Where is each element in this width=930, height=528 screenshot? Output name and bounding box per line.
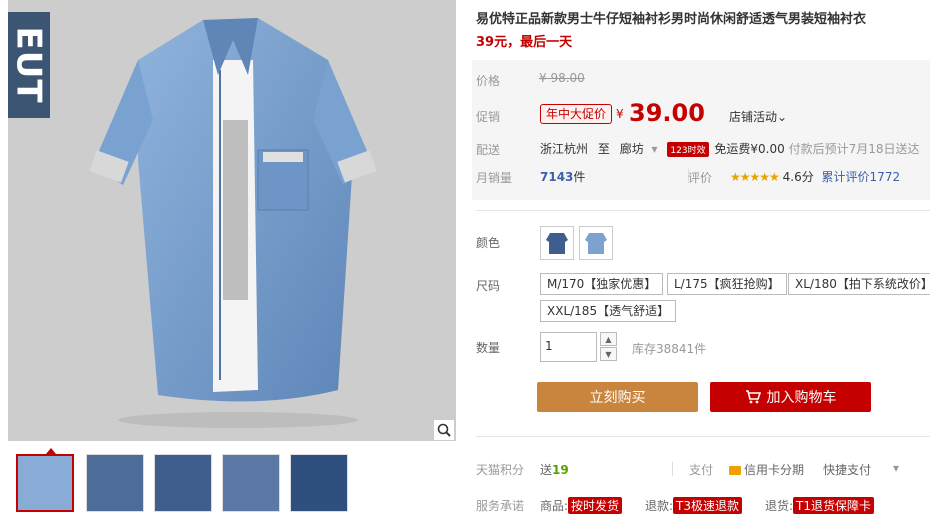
quantity-decrease-icon[interactable]: ▼ [600, 347, 617, 361]
size-option-xxl[interactable]: XXL/185【透气舒适】 [540, 300, 677, 322]
credit-installment[interactable]: 信用卡分期 [729, 461, 804, 478]
chevron-down-icon: ⌄ [777, 110, 788, 124]
product-subtitle: 39元，最后一天 [476, 35, 573, 50]
size-option-m[interactable]: M/170【独家优惠】 [540, 273, 664, 295]
monthly-sales: 7143件 [540, 168, 585, 185]
section-divider-2 [476, 436, 930, 437]
thumbnail-5[interactable] [290, 454, 348, 512]
color-option-dark[interactable] [540, 226, 574, 260]
goods-label: 商品: [540, 499, 569, 513]
quick-pay[interactable]: 快捷支付 [823, 461, 871, 478]
main-product-image[interactable]: EUT [8, 0, 456, 441]
promo-label: 促销 [476, 110, 501, 124]
quantity-increase-icon[interactable]: ▲ [600, 332, 617, 346]
payment-label: 支付 [689, 463, 714, 477]
product-page: EUT 易优特正品新款男士牛仔短袖衬衫男时尚休闲舒适透气男装短袖衬衣 39元，最… [0, 0, 930, 528]
add-to-cart-label: 加入购物车 [766, 390, 837, 406]
store-activity-dropdown[interactable]: 店铺活动⌄ [729, 108, 787, 125]
rating-summary: ★★★★★ 4.6分 累计评价1772 [730, 168, 900, 185]
color-label: 颜色 [476, 236, 501, 250]
stock-count: 库存38841件 [632, 342, 707, 356]
delivery-badge: 123时效 [667, 142, 709, 157]
promo-badge: 年中大促价 [540, 104, 613, 124]
divider [672, 462, 673, 476]
currency-symbol: ¥ [616, 107, 624, 121]
quantity-label: 数量 [476, 341, 501, 355]
brand-logo: EUT [8, 12, 50, 118]
delivery-estimate: 付款后预计7月18日送达 [788, 142, 920, 156]
ship-to-word: 至 [597, 142, 610, 156]
return-label: 退货: [765, 499, 794, 513]
points-label: 天猫积分 [476, 463, 525, 477]
size-label: 尺码 [476, 279, 501, 293]
payment-dropdown-icon[interactable]: ▾ [893, 461, 899, 475]
return-tag[interactable]: T1退货保障卡 [793, 497, 875, 514]
cart-icon [745, 390, 761, 404]
thumbnail-strip [8, 448, 456, 528]
add-to-cart-button[interactable]: 加入购物车 [710, 382, 871, 412]
product-title: 易优特正品新款男士牛仔短袖衬衫男时尚休闲舒适透气男装短袖衬衣 [476, 12, 867, 27]
credit-installment-label: 信用卡分期 [744, 463, 805, 477]
quantity-input[interactable]: 1 [540, 332, 597, 362]
ship-destination[interactable]: 廊坊 [620, 142, 644, 156]
shirt-illustration [89, 18, 377, 428]
monthly-sales-label: 月销量 [476, 171, 513, 185]
current-price: 39.00 [629, 99, 705, 127]
shipping-info: 浙江杭州 至 廊坊 ▾ 123时效 免运费¥0.00 付款后预计7月18日送达 [540, 140, 920, 157]
free-shipping: 免运费¥0.00 [714, 142, 785, 156]
thumbnail-2[interactable] [86, 454, 144, 512]
points-value: 送19 [540, 461, 569, 478]
thumbnail-1[interactable] [16, 454, 74, 512]
goods-tag[interactable]: 按时发货 [568, 497, 623, 514]
color-option-light[interactable] [579, 226, 613, 260]
buy-now-button[interactable]: 立刻购买 [537, 382, 698, 412]
service-return: 退货: T1退货保障卡 [765, 497, 875, 514]
size-option-l[interactable]: L/175【疯狂抢购】 [667, 273, 787, 295]
points-prefix: 送 [540, 463, 553, 477]
refund-label: 退款: [645, 499, 674, 513]
refund-tag[interactable]: T3极速退款 [673, 497, 743, 514]
price-label: 价格 [476, 74, 501, 88]
service-refund: 退款: T3极速退款 [645, 497, 743, 514]
review-label: 评价 [688, 171, 713, 185]
sales-count: 7143 [540, 170, 574, 184]
destination-dropdown-icon[interactable]: ▾ [652, 142, 658, 156]
service-goods: 商品: 按时发货 [540, 497, 623, 514]
sales-unit: 件 [573, 170, 586, 184]
shipping-label: 配送 [476, 143, 501, 157]
thumbnail-4[interactable] [222, 454, 280, 512]
thumbnail-3[interactable] [154, 454, 212, 512]
size-option-xl[interactable]: XL/180【拍下系统改价】 [788, 273, 930, 295]
ship-from: 浙江杭州 [540, 142, 589, 156]
credit-card-icon [729, 466, 741, 475]
store-activity-label: 店铺活动 [729, 110, 778, 124]
zoom-icon[interactable] [433, 419, 455, 441]
star-rating-icon: ★★★★★ [730, 170, 780, 184]
original-price: ¥ 98.00 [539, 71, 585, 85]
service-label: 服务承诺 [476, 499, 525, 513]
section-divider [476, 210, 930, 211]
points-number: 19 [552, 463, 569, 477]
rating-score: 4.6分 [782, 170, 814, 184]
total-reviews-link[interactable]: 累计评价1772 [822, 170, 901, 184]
